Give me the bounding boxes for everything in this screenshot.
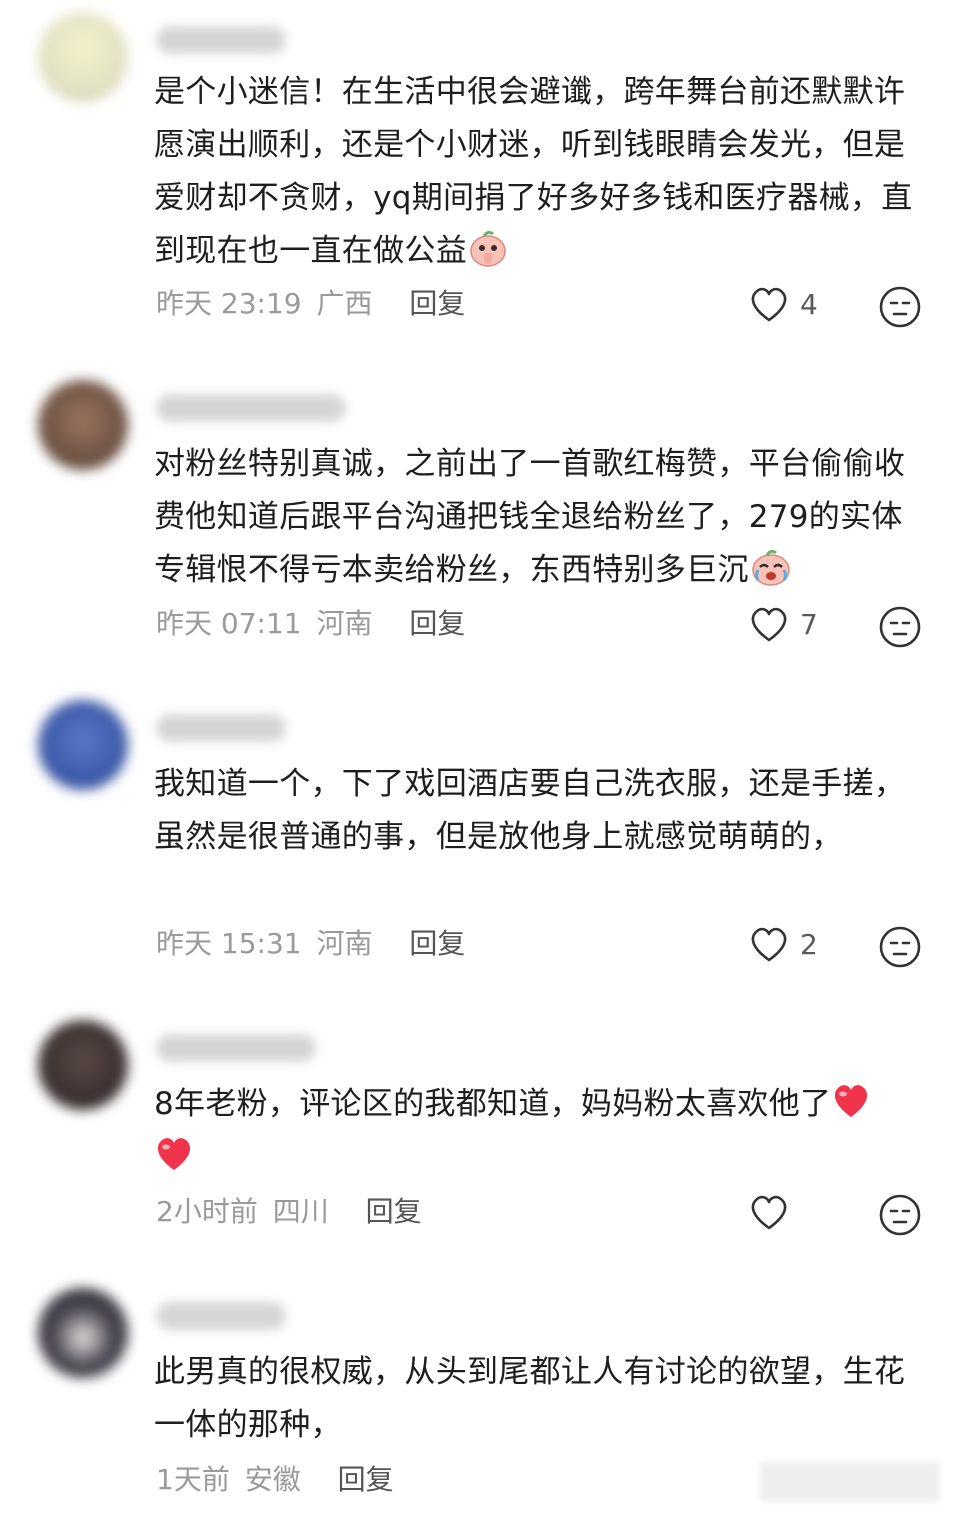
username-blurred[interactable] [156,394,346,422]
like-count: 4 [800,287,818,321]
comment-time: 昨天 15:31 [156,927,302,960]
comment-text-content: 是个小迷信！在生活中很会避谶，跨年舞台前还默默许愿演出顺利，还是个小财迷，听到钱… [154,74,913,269]
avatar[interactable] [38,1020,128,1110]
comment-time: 1天前 [156,1463,230,1496]
neutral-face-icon [878,1193,922,1237]
comment-location: 河南 [316,927,373,960]
comment-location: 广西 [316,287,373,320]
username-blurred[interactable] [156,26,286,54]
comment-text: 是个小迷信！在生活中很会避谶，跨年舞台前还默默许愿演出顺利，还是个小财迷，听到钱… [154,66,929,278]
avatar[interactable] [38,700,128,790]
reply-button[interactable]: 回复 [409,927,465,960]
comment-meta: 1天前 安徽 回复 [156,1462,400,1498]
comment-text-content: 8年老粉，评论区的我都知道，妈妈粉太喜欢他了 [154,1086,832,1122]
comment-text: 对粉丝特别真诚，之前出了一首歌红梅赞，平台偷偷收费他知道后跟平台沟通把钱全退给粉… [154,438,929,597]
peach-praying-emoji-icon [467,229,509,267]
neutral-face-icon [878,925,922,969]
comment-time: 昨天 07:11 [156,607,302,640]
like-button[interactable]: 7 [748,604,818,644]
comment-time: 2小时前 [156,1195,258,1228]
peach-crying-emoji-icon [749,548,793,586]
dislike-button[interactable] [878,605,922,649]
red-heart-emoji-icon [154,1135,194,1173]
comment-meta: 昨天 07:11 河南 回复 [156,606,471,642]
dislike-button[interactable] [878,1193,922,1237]
reply-button[interactable]: 回复 [409,287,465,320]
neutral-face-icon [878,605,922,649]
username-blurred[interactable] [156,1302,286,1330]
neutral-face-icon [878,285,922,329]
comment-text: 此男真的很权威，从头到尾都让人有讨论的欲望，生花一体的那种， [154,1346,929,1452]
like-button[interactable] [748,1192,800,1232]
like-count: 7 [800,607,818,641]
comment-meta: 昨天 23:19 广西 回复 [156,286,471,322]
heart-outline-icon [748,1192,790,1232]
comment-meta: 昨天 15:31 河南 回复 [156,926,471,962]
heart-outline-icon [748,284,790,324]
like-count: 2 [800,927,818,961]
comment-meta: 2小时前 四川 回复 [156,1194,428,1230]
username-blurred[interactable] [156,714,286,742]
avatar[interactable] [38,380,128,470]
reply-button[interactable]: 回复 [338,1463,394,1496]
blurred-bottom-overlay [760,1462,940,1502]
dislike-button[interactable] [878,285,922,329]
avatar[interactable] [38,12,128,102]
heart-outline-icon [748,604,790,644]
heart-outline-icon [748,924,790,964]
red-heart-emoji-icon [831,1082,871,1120]
comment-location: 安徽 [244,1463,301,1496]
comment-location: 河南 [316,607,373,640]
like-button[interactable]: 4 [748,284,818,324]
username-blurred[interactable] [156,1034,316,1062]
avatar[interactable] [38,1288,128,1378]
dislike-button[interactable] [878,925,922,969]
comment-text: 8年老粉，评论区的我都知道，妈妈粉太喜欢他了 [154,1078,929,1184]
comment-time: 昨天 23:19 [156,287,302,320]
comment-text-content: 此男真的很权威，从头到尾都让人有讨论的欲望，生花一体的那种， [154,1354,906,1443]
reply-button[interactable]: 回复 [409,607,465,640]
comment-text: 我知道一个，下了戏回酒店要自己洗衣服，还是手搓，虽然是很普通的事，但是放他身上就… [154,758,929,864]
reply-button[interactable]: 回复 [366,1195,422,1228]
comment-location: 四川 [272,1195,329,1228]
comment-text-content: 我知道一个，下了戏回酒店要自己洗衣服，还是手搓，虽然是很普通的事，但是放他身上就… [154,766,906,855]
like-button[interactable]: 2 [748,924,818,964]
